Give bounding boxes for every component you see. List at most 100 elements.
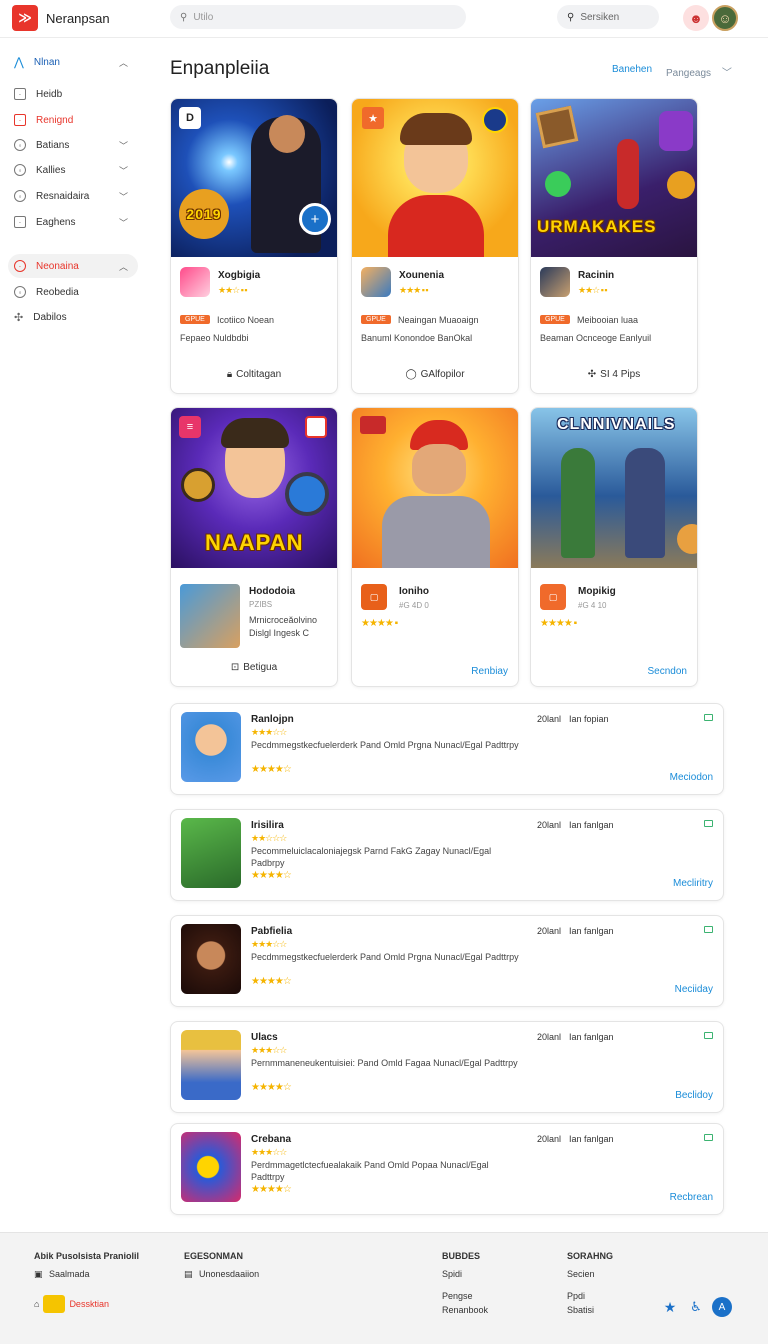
app-description: Banuml Konondoe BanOkal: [361, 333, 473, 343]
game-banner-image: [352, 408, 518, 568]
brand-name[interactable]: Neranpsan: [46, 11, 110, 26]
card-action-label: SI 4 Pips: [600, 369, 641, 380]
release-year: 20lanl: [537, 1134, 562, 1144]
game-banner-image: CLNNIVNAILS: [531, 408, 697, 568]
app-icon: [361, 267, 391, 297]
app-name: Pabfielia: [251, 926, 293, 937]
list-item[interactable]: Crebana ★★★☆☆ Perdmmagetlctecfuealakaik …: [170, 1123, 724, 1215]
footer-link[interactable]: ▣ Saalmada: [34, 1269, 90, 1280]
hero-title: URMAKAKES: [537, 217, 657, 236]
sort-primary-link[interactable]: Banehen: [612, 64, 652, 75]
status-icon: [704, 714, 713, 721]
sidebar-item-batians[interactable]: ◦ Batians ﹀: [8, 133, 138, 157]
cookie-item: [677, 524, 697, 554]
list-item[interactable]: Ranlojpn ★★★☆☆ Pecdmmegstkecfuelerderk P…: [170, 703, 724, 795]
sidebar-item-resnaidaira[interactable]: ◦ Resnaidaira ﹀: [8, 184, 138, 208]
secondary-search-button[interactable]: ⚲ Sersiken: [557, 5, 659, 29]
chevron-up-icon: ︿: [118, 57, 128, 68]
accessibility-icon[interactable]: ♿︎: [686, 1297, 706, 1317]
game-card[interactable]: ≡ NAAPAN Hododoia PZIBS Mrnicroceăolvino…: [170, 407, 338, 687]
app-name: Mopikig: [578, 586, 616, 597]
app-summary: Meibooian luaa: [577, 315, 639, 325]
folder-icon: ·: [14, 216, 26, 228]
sidebar-item-label: Kallies: [36, 164, 66, 176]
app-description: Beaman Ocnceoge Eanlyuil: [540, 333, 652, 343]
list-item[interactable]: Pabfielia ★★★☆☆ Pecdmmegstkecfuelerderk …: [170, 915, 724, 1007]
crosshair-icon: +: [299, 203, 331, 235]
list-item-link[interactable]: Neciiday: [675, 984, 713, 995]
star-icon[interactable]: ★: [660, 1297, 680, 1317]
sidebar-item-dabilos[interactable]: ✣ Dabilos: [8, 305, 138, 329]
app-name: Crebana: [251, 1134, 292, 1145]
brand-logo-icon[interactable]: ≫: [12, 5, 38, 31]
featured-card[interactable]: ★ Xounenia ★★★ ▪ ▪ GPUE Neaingan Muaoaig…: [351, 98, 519, 394]
list-item[interactable]: Irisilira ★★☆☆☆ Pecommeluiclacaloniajegs…: [170, 809, 724, 901]
sort-dropdown[interactable]: Pangeags ﹀: [666, 64, 732, 79]
app-icon: [181, 924, 241, 994]
card-action-button[interactable]: ⊡ Betigua: [171, 662, 337, 673]
sidebar-item-renignd[interactable]: · Renignd: [8, 108, 138, 132]
controller-icon: ◦: [14, 286, 26, 298]
card-action-label: Betigua: [243, 662, 278, 673]
hero-title: CLNNIVNAILS: [557, 416, 676, 433]
badge-icon: [482, 107, 508, 133]
featured-card[interactable]: D 2019 + Xogbigia ★★☆ ▪ ▪ GPUE Icotiico …: [170, 98, 338, 394]
rating-stars: ★★★★☆: [251, 764, 292, 775]
sidebar-item-label: Batians: [36, 139, 70, 151]
soldier-head: [269, 115, 305, 153]
card-link[interactable]: Secndon: [648, 666, 687, 677]
square-icon: ·: [14, 88, 26, 100]
list-item-link[interactable]: Meciodon: [670, 772, 713, 783]
user-avatar[interactable]: ☺: [712, 5, 738, 31]
sidebar-item-eaghens[interactable]: · Eaghens ﹀: [8, 210, 138, 234]
sidebar-item-label: Neonaina: [36, 260, 79, 272]
app-description: Perdmmagetlctecfuealakaik Pand Omld Popa…: [251, 1160, 489, 1182]
game-character-avatar[interactable]: ☻: [683, 5, 709, 31]
game-banner-image: URMAKAKES: [531, 99, 697, 257]
lock-icon: 🔒︎: [226, 369, 233, 380]
card-link[interactable]: Renbiay: [471, 666, 508, 677]
sidebar-item-heidb[interactable]: · Heidb: [8, 82, 138, 106]
footer-cta-button[interactable]: ⌂ Dessktian: [34, 1295, 109, 1313]
footer-heading: BUBDES: [442, 1251, 481, 1261]
chevron-down-icon: ﹀: [118, 217, 128, 228]
search-input[interactable]: ⚲ Utilo: [170, 5, 466, 29]
app-store-icon[interactable]: A: [712, 1297, 732, 1317]
list-item[interactable]: Ulacs ★★★☆☆ Pernmmaneneukentuisiei: Pand…: [170, 1021, 724, 1113]
rating-stars: ★★★★☆: [251, 1184, 292, 1195]
compass-icon: ◦: [14, 139, 26, 151]
sidebar-item-home[interactable]: ⋀ Nlnan ︿: [8, 50, 138, 74]
list-item-link[interactable]: Recbrean: [670, 1192, 713, 1203]
page-title: Enpanpleiia: [170, 58, 270, 79]
badge-icon: [305, 416, 327, 438]
footer: Abik Pusolsista Praniolil ▣ Saalmada ⌂ D…: [0, 1232, 768, 1344]
chevron-down-icon: ﹀: [118, 140, 128, 151]
rating-stars: ★★★★ ▪: [361, 618, 398, 629]
status-icon: [704, 1134, 713, 1141]
card-action-button[interactable]: ◯ GAlfopilor: [352, 369, 518, 380]
featured-card[interactable]: URMAKAKES Racinin ★★☆ ▪ ▪ GPUE Meibooian…: [530, 98, 698, 394]
card-action-button[interactable]: 🔒︎ Coltitagan: [171, 369, 337, 380]
search-placeholder: Utilo: [193, 11, 214, 23]
sidebar-item-reobedia[interactable]: ◦ Reobedia: [8, 280, 138, 304]
footer-link[interactable]: Secien: [567, 1269, 595, 1279]
warrior-figure: [561, 448, 595, 558]
sidebar-item-label: Renignd: [36, 114, 74, 126]
game-card[interactable]: ▢ Ioniho #G 4D 0 ★★★★ ▪ Renbiay: [351, 407, 519, 687]
badge-icon: ★: [362, 107, 384, 129]
footer-link[interactable]: Ppdi: [567, 1291, 585, 1301]
card-action-button[interactable]: ✣ SI 4 Pips: [531, 369, 697, 380]
footer-link[interactable]: Sbatisi: [567, 1305, 594, 1315]
footer-link[interactable]: ▤ Unonesdaaiion: [184, 1269, 259, 1280]
sidebar-item-kallies[interactable]: ◦ Kallies ﹀: [8, 158, 138, 182]
list-item-link[interactable]: Beclidoy: [675, 1090, 713, 1101]
list-item-link[interactable]: Mecliritry: [673, 878, 713, 889]
sidebar-item-neonaina[interactable]: · Neonaina ︿: [8, 254, 138, 278]
app-meta: Ian fanlgan: [569, 1032, 614, 1042]
game-card[interactable]: CLNNIVNAILS ▢ Mopikig #G 4 10 ★★★★ ▪ Sec…: [530, 407, 698, 687]
app-meta: Ian fanlgan: [569, 820, 614, 830]
footer-link[interactable]: Spidi: [442, 1269, 462, 1279]
app-name: Ioniho: [399, 586, 429, 597]
footer-link[interactable]: Pengse: [442, 1291, 473, 1301]
footer-link[interactable]: Renanbook: [442, 1305, 488, 1315]
